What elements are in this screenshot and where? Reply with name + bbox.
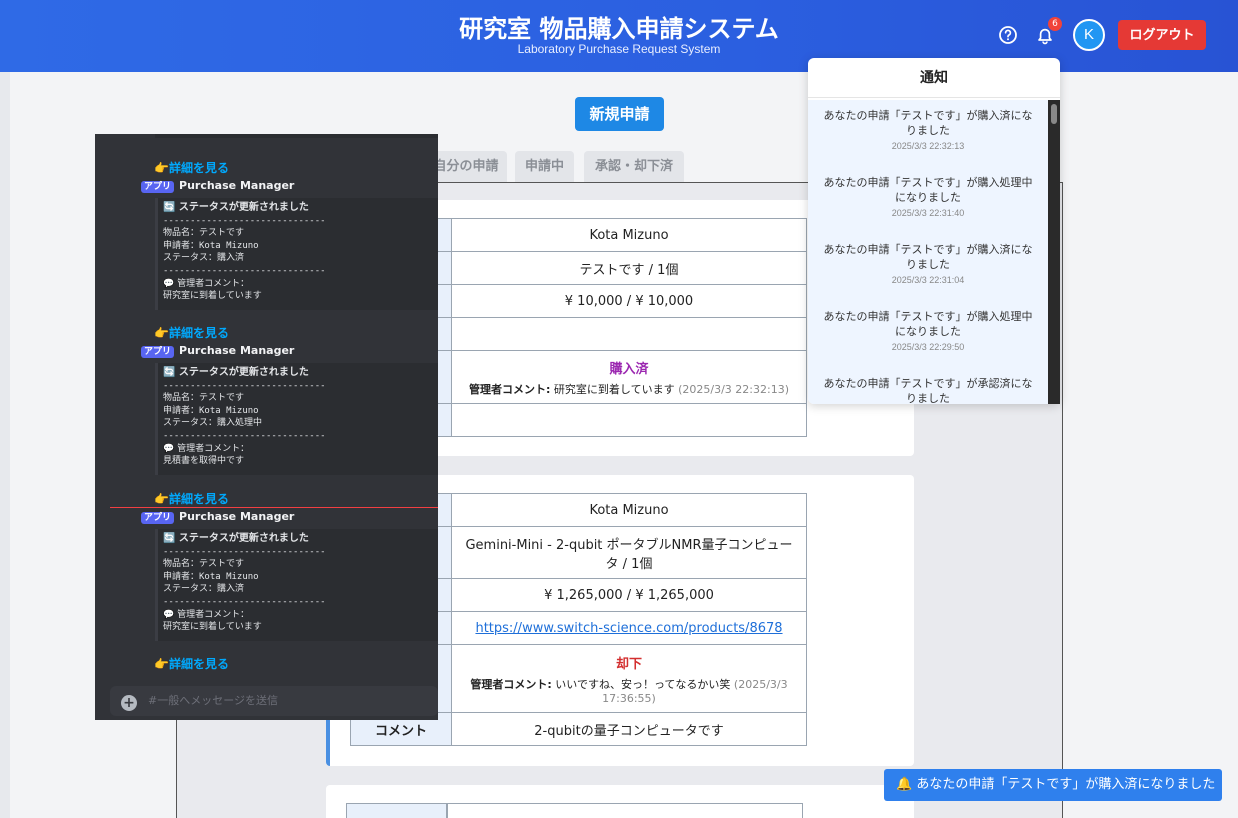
notification-dropdown: 通知 あなたの申請「テストです」が購入済になりました 2025/3/3 22:3… <box>808 58 1060 404</box>
details-link[interactable]: 👉詳細を見る <box>154 655 229 672</box>
comment-value: 2-qubitの量子コンピュータです <box>451 712 807 746</box>
tab-pending[interactable]: 申請中 <box>515 151 574 182</box>
notification-scrollbar[interactable] <box>1048 100 1060 404</box>
notification-item[interactable]: あなたの申請「テストです」が購入済になりました 2025/3/3 22:32:1… <box>808 100 1048 167</box>
tab-decided[interactable]: 承認・却下済 <box>584 151 684 182</box>
table-label-cell <box>346 803 447 818</box>
logout-button[interactable]: ログアウト <box>1118 20 1206 50</box>
status-badge: 却下 <box>615 656 642 672</box>
notification-title: 通知 <box>808 58 1060 98</box>
price-value: ¥ 10,000 / ¥ 10,000 <box>451 284 807 318</box>
embed-remnant <box>155 134 438 138</box>
new-request-button[interactable]: 新規申請 <box>575 97 664 131</box>
message-input[interactable]: #一般へメッセージを送信 <box>110 686 438 716</box>
status-badge: 購入済 <box>609 361 649 377</box>
status-embed: 🔄 ステータスが更新されました ------------------------… <box>155 363 438 475</box>
url-cell: https://www.switch-science.com/products/… <box>451 611 807 645</box>
discord-chat-overlay: 👉詳細を見る アプリ Purchase Manager 🔄 ステータスが更新されま… <box>95 134 438 720</box>
requester-value: Kota Mizuno <box>451 218 807 252</box>
table-value-cell <box>447 803 803 818</box>
bell-icon: 🔔 <box>896 777 913 792</box>
admin-comment: 管理者コメント: いいですね、安っ！ってなるかい笑 (2025/3/3 17:3… <box>470 677 788 705</box>
admin-comment: 管理者コメント: 研究室に到着しています (2025/3/3 22:32:13) <box>469 382 789 396</box>
status-embed: 🔄 ステータスが更新されました ------------------------… <box>155 529 438 641</box>
notification-item[interactable]: あなたの申請「テストです」が購入処理中になりました 2025/3/3 22:31… <box>808 167 1048 234</box>
price-value: ¥ 1,265,000 / ¥ 1,265,000 <box>451 578 807 612</box>
toast-notification: 🔔 あなたの申請「テストです」が購入済になりました <box>884 769 1222 801</box>
notification-item[interactable]: あなたの申請「テストです」が購入済になりました 2025/3/3 22:31:0… <box>808 234 1048 301</box>
notification-item[interactable]: あなたの申請「テストです」が購入処理中になりました 2025/3/3 22:29… <box>808 301 1048 368</box>
url-value <box>451 317 807 351</box>
product-link[interactable]: https://www.switch-science.com/products/… <box>475 621 782 636</box>
notification-list: あなたの申請「テストです」が購入済になりました 2025/3/3 22:32:1… <box>808 100 1048 404</box>
notification-item[interactable]: あなたの申請「テストです」が承認済になりました <box>808 368 1048 404</box>
details-link[interactable]: 👉詳細を見る <box>154 490 229 507</box>
bot-name: アプリ Purchase Manager <box>141 344 294 358</box>
item-value: テストです / 1個 <box>451 251 807 285</box>
status-embed: 🔄 ステータスが更新されました ------------------------… <box>155 198 438 310</box>
status-cell: 購入済 管理者コメント: 研究室に到着しています (2025/3/3 22:32… <box>451 350 807 404</box>
new-messages-divider <box>110 507 438 508</box>
details-link[interactable]: 👉詳細を見る <box>154 324 229 341</box>
bot-name: アプリ Purchase Manager <box>141 179 294 193</box>
notification-scrollbar-thumb[interactable] <box>1051 104 1057 124</box>
details-link[interactable]: 👉詳細を見る <box>154 159 229 176</box>
request-card <box>326 785 914 818</box>
left-gutter <box>0 72 10 818</box>
help-icon[interactable] <box>997 24 1019 46</box>
item-value: Gemini-Mini - 2-qubit ポータブルNMR量子コンピュータ /… <box>451 526 807 579</box>
notification-badge: 6 <box>1048 17 1062 31</box>
requester-value: Kota Mizuno <box>451 493 807 527</box>
add-attachment-icon[interactable]: + <box>121 695 137 711</box>
avatar[interactable]: K <box>1073 19 1105 51</box>
bot-name: アプリ Purchase Manager <box>141 510 294 524</box>
status-cell: 却下 管理者コメント: いいですね、安っ！ってなるかい笑 (2025/3/3 1… <box>451 644 807 713</box>
